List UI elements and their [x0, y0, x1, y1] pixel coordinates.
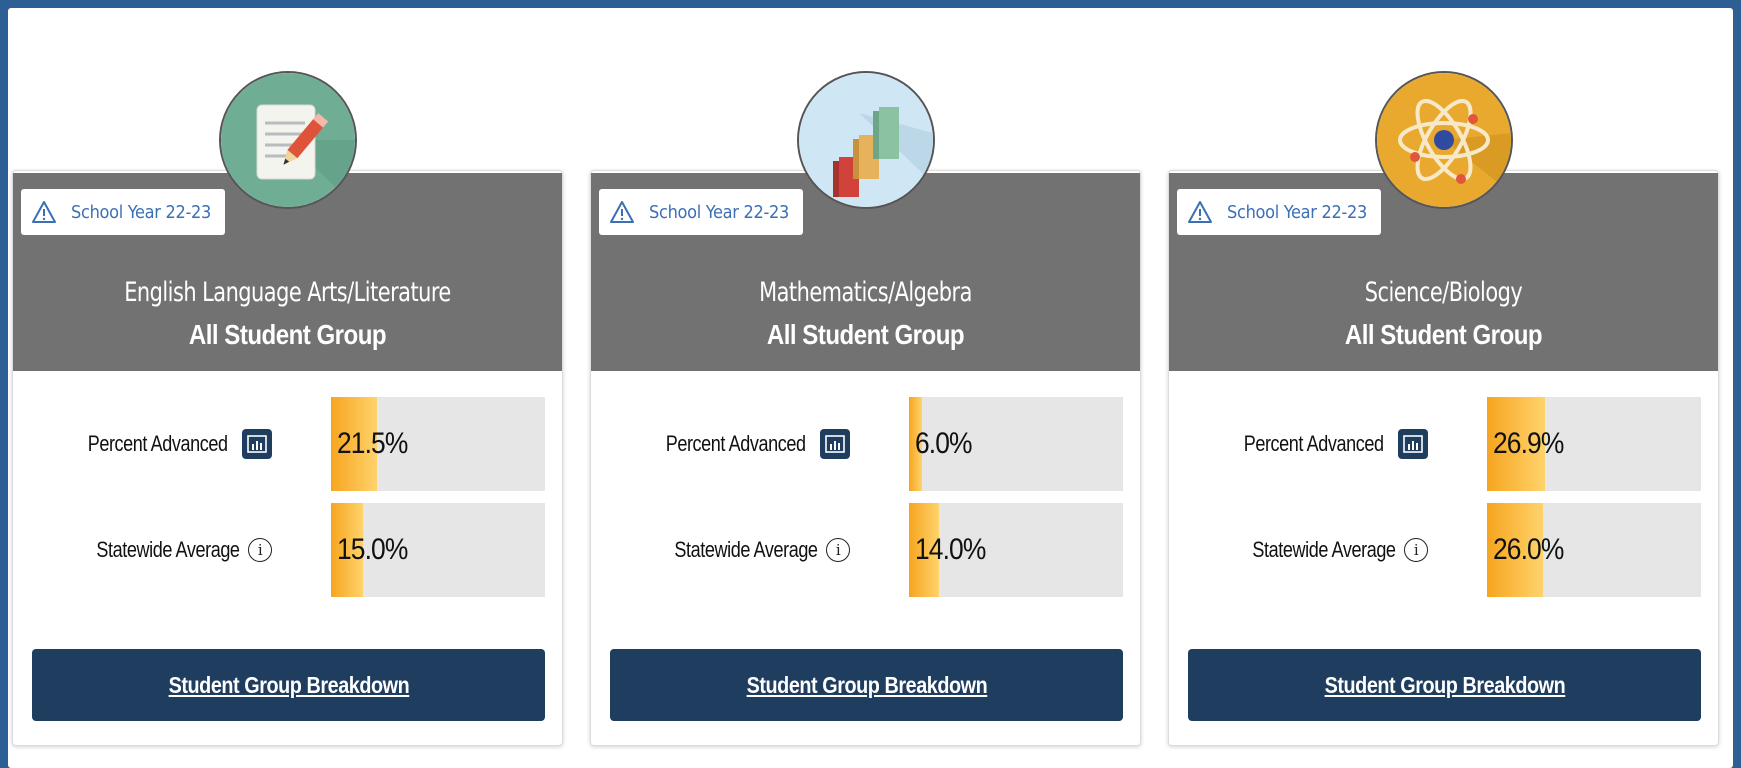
percent-advanced-value-wrap: 6.0%: [915, 397, 979, 491]
percent-advanced-value: 21.5%: [337, 427, 408, 460]
atom-icon: [1375, 71, 1513, 209]
percent-advanced-bar: 6.0%: [909, 397, 1123, 491]
statewide-average-label: Statewide Average: [96, 537, 241, 562]
subject-name: English Language Arts/Literature: [124, 277, 451, 308]
statewide-average-bar: 14.0%: [909, 503, 1123, 597]
document-pencil-icon: [219, 71, 357, 209]
card-header: School Year 22-23 Mathematics/Algebra Al…: [591, 71, 1140, 371]
percent-advanced-row: Percent Advanced 21.5%: [13, 397, 562, 491]
bar-blocks-icon: [797, 71, 935, 209]
info-icon[interactable]: i: [1404, 538, 1428, 562]
statewide-average-row: Statewide Average i 26.0%: [1169, 503, 1718, 597]
percent-advanced-bar: 21.5%: [331, 397, 545, 491]
student-group-name: All Student Group: [766, 319, 965, 350]
bar-chart-icon[interactable]: [242, 429, 272, 459]
percent-advanced-label-wrap: Percent Advanced: [57, 397, 272, 491]
statewide-average-label-wrap: Statewide Average i: [65, 503, 272, 597]
breakdown-button-label: Student Group Breakdown: [168, 671, 409, 698]
statewide-average-value-wrap: 14.0%: [915, 503, 995, 597]
statewide-average-label-wrap: Statewide Average i: [643, 503, 850, 597]
student-group-breakdown-button[interactable]: Student Group Breakdown: [1188, 649, 1701, 721]
breakdown-button-label: Student Group Breakdown: [746, 671, 987, 698]
subject-card-ela: School Year 22-23 English Language Arts/…: [12, 71, 563, 746]
card-header: School Year 22-23 Science/Biology All St…: [1169, 71, 1718, 371]
subject-card-science: School Year 22-23 Science/Biology All St…: [1168, 71, 1719, 746]
percent-advanced-row: Percent Advanced 6.0%: [591, 397, 1140, 491]
statewide-average-label-wrap: Statewide Average i: [1221, 503, 1428, 597]
subject-name: Science/Biology: [1364, 277, 1523, 308]
statewide-average-label: Statewide Average: [674, 537, 819, 562]
percent-advanced-value-wrap: 21.5%: [337, 397, 417, 491]
info-icon[interactable]: i: [248, 538, 272, 562]
statewide-average-value: 15.0%: [337, 533, 408, 566]
percent-advanced-label-wrap: Percent Advanced: [635, 397, 850, 491]
student-group-name: All Student Group: [1344, 319, 1543, 350]
breakdown-button-label: Student Group Breakdown: [1324, 671, 1565, 698]
school-year-badge[interactable]: School Year 22-23: [1177, 189, 1382, 235]
student-group-name: All Student Group: [188, 319, 387, 350]
school-year-badge[interactable]: School Year 22-23: [21, 189, 226, 235]
statewide-average-label: Statewide Average: [1252, 537, 1397, 562]
school-year-label: School Year 22-23: [71, 201, 212, 223]
statewide-average-value-wrap: 26.0%: [1493, 503, 1573, 597]
school-year-label: School Year 22-23: [1227, 201, 1368, 223]
card-header: School Year 22-23 English Language Arts/…: [13, 71, 562, 371]
percent-advanced-label: Percent Advanced: [88, 431, 228, 456]
percent-advanced-value-wrap: 26.9%: [1493, 397, 1573, 491]
statewide-average-value: 14.0%: [915, 533, 986, 566]
subject-card-math: School Year 22-23 Mathematics/Algebra Al…: [590, 71, 1141, 746]
statewide-average-bar: 15.0%: [331, 503, 545, 597]
percent-advanced-label-wrap: Percent Advanced: [1213, 397, 1428, 491]
bar-chart-icon[interactable]: [820, 429, 850, 459]
percent-advanced-row: Percent Advanced 26.9%: [1169, 397, 1718, 491]
school-year-label: School Year 22-23: [649, 201, 790, 223]
student-group-breakdown-button[interactable]: Student Group Breakdown: [610, 649, 1123, 721]
statewide-average-bar: 26.0%: [1487, 503, 1701, 597]
percent-advanced-label: Percent Advanced: [666, 431, 806, 456]
subject-name: Mathematics/Algebra: [759, 277, 972, 308]
statewide-average-value: 26.0%: [1493, 533, 1564, 566]
percent-advanced-value: 6.0%: [915, 427, 973, 460]
warning-icon: [1188, 201, 1212, 223]
statewide-average-row: Statewide Average i 15.0%: [13, 503, 562, 597]
percent-advanced-bar: 26.9%: [1487, 397, 1701, 491]
statewide-average-row: Statewide Average i 14.0%: [591, 503, 1140, 597]
warning-icon: [610, 201, 634, 223]
dashboard-panel: School Year 22-23 English Language Arts/…: [8, 8, 1733, 768]
statewide-average-value-wrap: 15.0%: [337, 503, 417, 597]
info-icon[interactable]: i: [826, 538, 850, 562]
warning-icon: [32, 201, 56, 223]
school-year-badge[interactable]: School Year 22-23: [599, 189, 804, 235]
percent-advanced-value: 26.9%: [1493, 427, 1564, 460]
percent-advanced-label: Percent Advanced: [1244, 431, 1384, 456]
student-group-breakdown-button[interactable]: Student Group Breakdown: [32, 649, 545, 721]
bar-chart-icon[interactable]: [1398, 429, 1428, 459]
